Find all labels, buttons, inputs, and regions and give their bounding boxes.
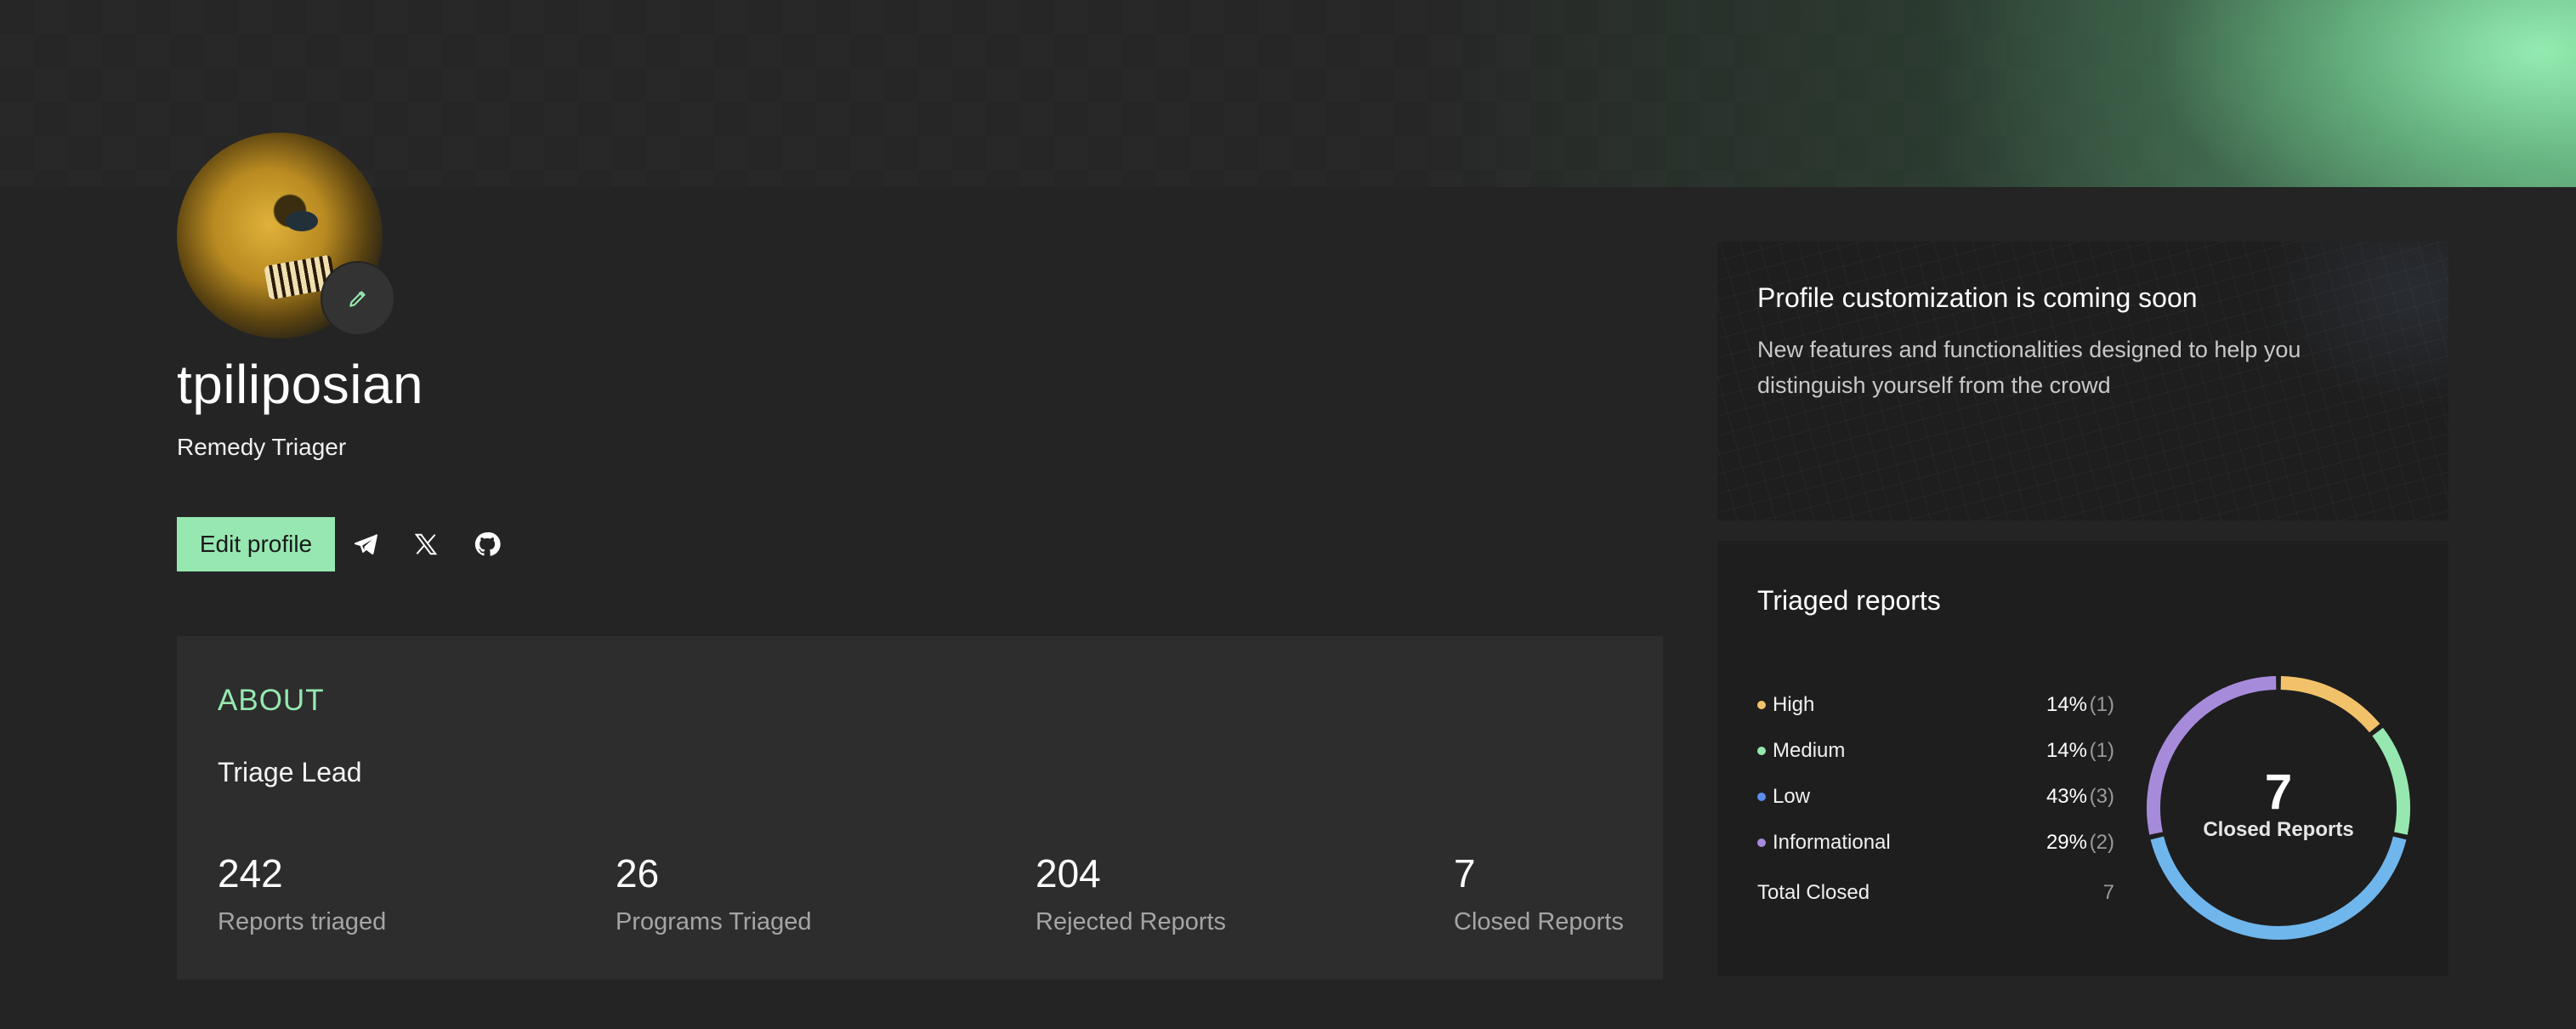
legend-percent: 29% (2045, 831, 2087, 854)
high-dot-icon (1757, 701, 1766, 709)
legend-count: (1) (2089, 693, 2114, 716)
legend-label: High (1773, 693, 1815, 716)
stat-value: 204 (1036, 851, 1101, 895)
telegram-icon (354, 534, 377, 554)
github-icon (474, 532, 501, 556)
stat-closed-reports: 7 Closed Reports (1454, 850, 1624, 936)
stat-value: 26 (616, 851, 660, 895)
x-link[interactable] (407, 526, 445, 563)
edit-avatar-button[interactable] (321, 261, 395, 336)
donut-center-value: 7 (2264, 765, 2293, 820)
pencil-icon (349, 291, 366, 307)
telegram-link[interactable] (347, 526, 384, 563)
legend-label: Informational (1773, 831, 1891, 854)
triaged-title: Triaged reports (1757, 585, 1941, 616)
customization-title: Profile customization is coming soon (1757, 282, 2198, 313)
stat-programs-triaged: 26 Programs Triaged (616, 850, 812, 936)
customization-card: Profile customization is coming soon New… (1717, 242, 2448, 520)
edit-profile-button[interactable]: Edit profile (177, 517, 335, 571)
low-dot-icon (1757, 793, 1766, 801)
stat-label: Programs Triaged (616, 908, 812, 935)
legend-label: Medium (1773, 739, 1846, 762)
legend-label: Low (1773, 785, 1811, 808)
legend-percent: 14% (2045, 693, 2087, 716)
stat-label: Closed Reports (1454, 908, 1624, 935)
about-title: ABOUT (218, 684, 325, 717)
stat-reports-triaged: 242 Reports triaged (218, 850, 386, 936)
username: tpiliposian (177, 354, 424, 415)
total-closed-row: Total Closed 7 (1757, 881, 2114, 905)
legend-informational: Informational 29% (2) (1757, 827, 2114, 856)
legend-high: High 14% (1) (1757, 690, 2114, 719)
legend-percent: 14% (2045, 739, 2087, 762)
banner-pattern (0, 0, 2576, 187)
x-icon (414, 533, 438, 555)
stat-label: Rejected Reports (1036, 908, 1227, 935)
informational-dot-icon (1757, 839, 1766, 847)
github-link[interactable] (468, 526, 506, 563)
donut-center-label: Closed Reports (2203, 818, 2354, 841)
user-role: Remedy Triager (177, 434, 347, 460)
triaged-reports-card: Triaged reports High 14% (1) Medium 14% … (1717, 541, 2448, 976)
stat-value: 7 (1454, 851, 1476, 895)
total-closed-label: Total Closed (1757, 881, 1870, 904)
medium-dot-icon (1757, 747, 1766, 755)
legend-low: Low 43% (3) (1757, 782, 2114, 810)
legend-count: (2) (2089, 831, 2114, 854)
stat-label: Reports triaged (218, 908, 387, 935)
about-text: Triage Lead (218, 757, 362, 787)
donut-segment-high (2280, 676, 2380, 733)
avatar-eye (286, 211, 318, 231)
legend-percent: 43% (2045, 785, 2087, 808)
stat-rejected-reports: 204 Rejected Reports (1036, 850, 1226, 936)
total-closed-value: 7 (2102, 881, 2114, 904)
about-card: ABOUT Triage Lead 242 Reports triaged 26… (177, 636, 1663, 980)
customization-description: New features and functionalities designe… (1757, 337, 2301, 398)
donut-segment-low (2150, 836, 2407, 940)
legend-medium: Medium 14% (1) (1757, 736, 2114, 765)
legend-count: (1) (2089, 739, 2114, 762)
legend-count: (3) (2089, 785, 2114, 808)
stat-value: 242 (218, 851, 283, 895)
